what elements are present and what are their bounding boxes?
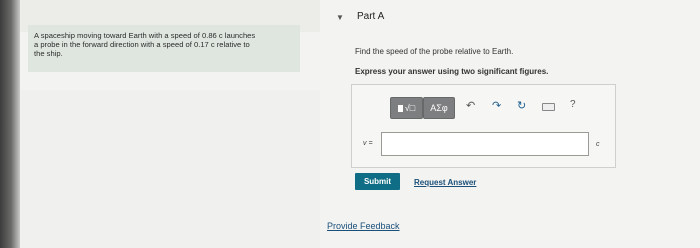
problem-statement: A spaceship moving toward Earth with a s… <box>28 25 300 72</box>
window-edge <box>0 0 20 248</box>
collapse-triangle-icon[interactable]: ▼ <box>336 13 344 22</box>
templates-button[interactable]: √□ <box>390 97 423 119</box>
unit-label: c <box>596 141 600 148</box>
symbols-button[interactable]: ΑΣφ <box>423 97 455 119</box>
problem-line: a probe in the forward direction with a … <box>34 40 250 49</box>
reset-icon[interactable]: ↻ <box>517 99 526 112</box>
question-text: Find the speed of the probe relative to … <box>355 47 514 56</box>
help-icon[interactable]: ? <box>570 99 576 110</box>
templates-label: √□ <box>404 103 416 113</box>
provide-feedback-link[interactable]: Provide Feedback <box>327 221 400 231</box>
keyboard-icon[interactable] <box>542 103 555 111</box>
submit-button[interactable]: Submit <box>355 173 400 190</box>
variable-label: v = <box>363 140 373 147</box>
part-title[interactable]: Part A <box>357 11 384 22</box>
template-square-icon <box>397 105 403 112</box>
problem-line: A spaceship moving toward Earth with a s… <box>34 31 256 40</box>
undo-icon[interactable]: ↶ <box>466 99 475 112</box>
request-answer-link[interactable]: Request Answer <box>414 178 476 187</box>
left-panel <box>20 90 320 248</box>
answer-input[interactable] <box>381 132 589 156</box>
instruction-text: Express your answer using two significan… <box>355 67 549 76</box>
redo-icon[interactable]: ↷ <box>492 99 501 112</box>
problem-line: the ship. <box>34 49 63 58</box>
